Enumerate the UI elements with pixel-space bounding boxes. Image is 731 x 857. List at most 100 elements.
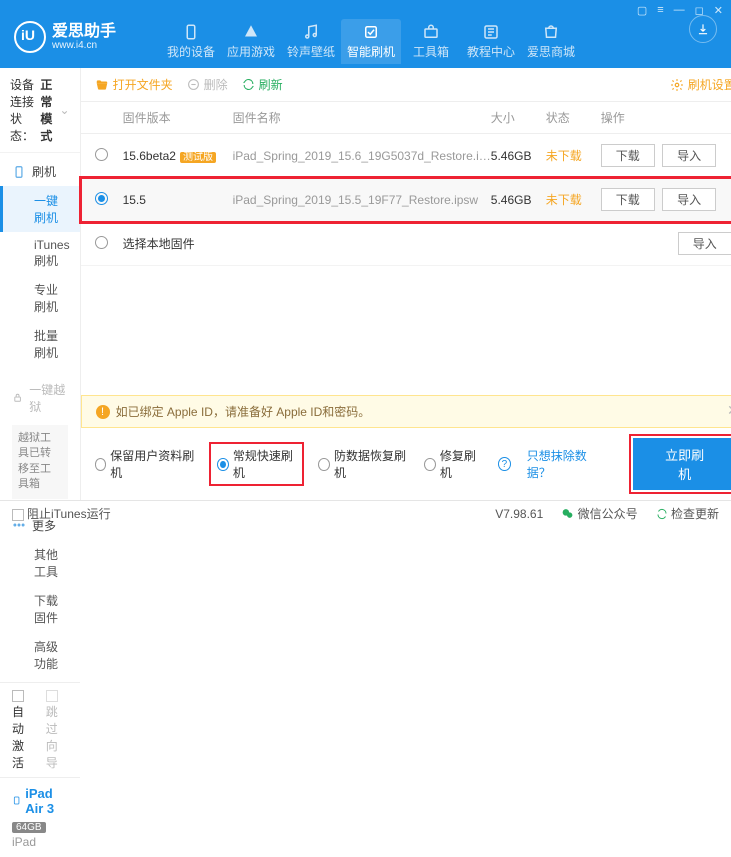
beta-badge: 测试版 [180,152,216,163]
close-icon[interactable]: ✕ [727,402,731,419]
nav-apps[interactable]: 应用游戏 [221,23,281,64]
th-ver: 固件版本 [123,109,233,126]
brand-sub: www.i4.cn [52,40,116,51]
connection-status: 设备连接状态： 正常模式 ⌄ [0,68,80,153]
th-ops: 操作 [601,109,731,126]
sidebar-item-itunes[interactable]: iTunes刷机 [0,232,80,275]
cell-size: 5.46GB [491,193,546,207]
nav-label: 智能刷机 [347,45,395,59]
nav-tutorial[interactable]: 教程中心 [461,23,521,64]
help-icon[interactable]: ? [498,457,511,471]
nav-label: 铃声壁纸 [287,45,335,59]
cell-status: 未下载 [546,147,601,164]
cell-name: iPad_Spring_2019_15.6_19G5037d_Restore.i… [233,149,491,163]
win-min-icon[interactable]: — [674,4,685,17]
sidebar-item-other[interactable]: 其他工具 [0,540,80,586]
row-radio[interactable] [95,192,108,205]
conn-value: 正常模式 [40,76,55,144]
download-button[interactable]: 下载 [601,188,655,211]
info-icon: ! [96,405,110,419]
win-menu-icon[interactable]: ≡ [657,4,663,17]
flash-settings-button[interactable]: 刷机设置 [670,76,731,93]
brand: 爱思助手 www.i4.cn [0,0,126,68]
window-controls: ▢ ≡ — ◻ ✕ [637,4,723,17]
nav-ringtone[interactable]: 铃声壁纸 [281,23,341,64]
opt-repair[interactable]: 修复刷机 [424,447,482,481]
status-bar: 阻止iTunes运行 V7.98.61 微信公众号 检查更新 [0,500,731,526]
sidebar-item-pro[interactable]: 专业刷机 [0,275,80,321]
sidebar-group-jailbreak[interactable]: 一键越狱 [0,375,80,421]
table-row[interactable]: 15.6beta2测试版 iPad_Spring_2019_15.6_19G50… [81,134,731,178]
auto-activate-checkbox[interactable]: 自动激活 [12,689,34,771]
nav-label: 应用游戏 [227,45,275,59]
open-folder-button[interactable]: 打开文件夹 [95,76,173,93]
jailbreak-note: 越狱工具已转移至工具箱 [12,425,68,499]
refresh-button[interactable]: 刷新 [242,76,283,93]
download-button[interactable]: 下载 [601,144,655,167]
skip-guide-checkbox[interactable]: 跳过向导 [46,689,68,771]
opt-anti-recovery[interactable]: 防数据恢复刷机 [318,447,408,481]
cell-name: iPad_Spring_2019_15.5_19F77_Restore.ipsw [233,193,491,207]
nav-label: 教程中心 [467,45,515,59]
nav-flash[interactable]: 智能刷机 [341,19,401,64]
device-panel: iPad Air 3 64GB iPad [0,777,80,857]
check-update-link[interactable]: 检查更新 [656,505,719,522]
cell-size: 5.46GB [491,149,546,163]
sidebar-group-flash[interactable]: 刷机 [0,157,80,186]
sidebar-label: 一键越狱 [29,381,67,415]
import-button[interactable]: 导入 [662,188,716,211]
content: 打开文件夹 删除 刷新 刷机设置 固件版本 固件名称 [81,68,731,500]
alert-text: 如已绑定 Apple ID，请准备好 Apple ID和密码。 [116,403,371,420]
chevron-down-icon[interactable]: ⌄ [60,103,70,117]
local-label: 选择本地固件 [123,235,601,252]
erase-data-link[interactable]: 只想抹除数据？ [527,447,602,481]
opt-normal-flash[interactable]: 常规快速刷机 [211,444,302,484]
header: 爱思助手 www.i4.cn 我的设备 应用游戏 铃声壁纸 智能刷机 工具箱 教… [0,0,731,68]
sidebar-item-batch[interactable]: 批量刷机 [0,321,80,367]
apple-id-alert: ! 如已绑定 Apple ID，请准备好 Apple ID和密码。 ✕ [81,395,731,428]
win-max-icon[interactable]: ◻ [695,4,704,17]
th-status: 状态 [546,109,601,126]
nav-label: 我的设备 [167,45,215,59]
row-radio[interactable] [95,148,108,161]
nav-toolbox[interactable]: 工具箱 [401,23,461,64]
cell-status: 未下载 [546,191,601,208]
cell-ver: 15.6beta2测试版 [123,148,233,163]
nav-store[interactable]: 爱思商城 [521,23,581,64]
table-header: 固件版本 固件名称 大小 状态 操作 [81,102,731,134]
firmware-table: 固件版本 固件名称 大小 状态 操作 15.6beta2测试版 iPad_Spr… [81,102,731,266]
device-name[interactable]: iPad Air 3 [12,786,68,816]
sidebar-item-dlfw[interactable]: 下载固件 [0,586,80,632]
flash-options: 保留用户资料刷机 常规快速刷机 防数据恢复刷机 修复刷机 ? 只想抹除数据？ 立… [81,428,731,500]
local-firmware-row[interactable]: 选择本地固件 x 导入 [81,222,731,266]
win-close-icon[interactable]: ✕ [714,4,723,17]
sidebar: 设备连接状态： 正常模式 ⌄ 刷机 一键刷机 iTunes刷机 专业刷机 批量刷… [0,68,81,500]
brand-logo-icon [14,21,46,53]
wechat-link[interactable]: 微信公众号 [561,505,637,522]
sidebar-activate-row: 自动激活 跳过向导 [0,682,80,777]
storage-badge: 64GB [12,822,46,833]
import-button[interactable]: 导入 [678,232,731,255]
delete-button[interactable]: 删除 [187,76,228,93]
cell-ver: 15.5 [123,193,233,207]
download-icon[interactable] [689,15,717,43]
block-itunes-checkbox[interactable]: 阻止iTunes运行 [12,505,111,522]
row-radio[interactable] [95,236,108,249]
toolbar: 打开文件夹 删除 刷新 刷机设置 [81,68,731,102]
nav-label: 工具箱 [413,45,449,59]
nav-my-device[interactable]: 我的设备 [161,23,221,64]
th-name: 固件名称 [233,109,491,126]
sidebar-label: 刷机 [32,163,56,180]
opt-keep-data[interactable]: 保留用户资料刷机 [95,447,196,481]
import-button[interactable]: 导入 [662,144,716,167]
table-row[interactable]: 15.5 iPad_Spring_2019_15.5_19F77_Restore… [81,178,731,222]
start-flash-button[interactable]: 立即刷机 [633,438,731,490]
th-size: 大小 [491,109,546,126]
device-model: iPad [12,835,68,849]
sidebar-item-adv[interactable]: 高级功能 [0,632,80,678]
sidebar-item-oneclick[interactable]: 一键刷机 [0,186,80,232]
win-skin-icon[interactable]: ▢ [637,4,647,17]
brand-title: 爱思助手 [52,23,116,41]
conn-label: 设备连接状态： [10,76,36,144]
version-label: V7.98.61 [495,507,543,521]
